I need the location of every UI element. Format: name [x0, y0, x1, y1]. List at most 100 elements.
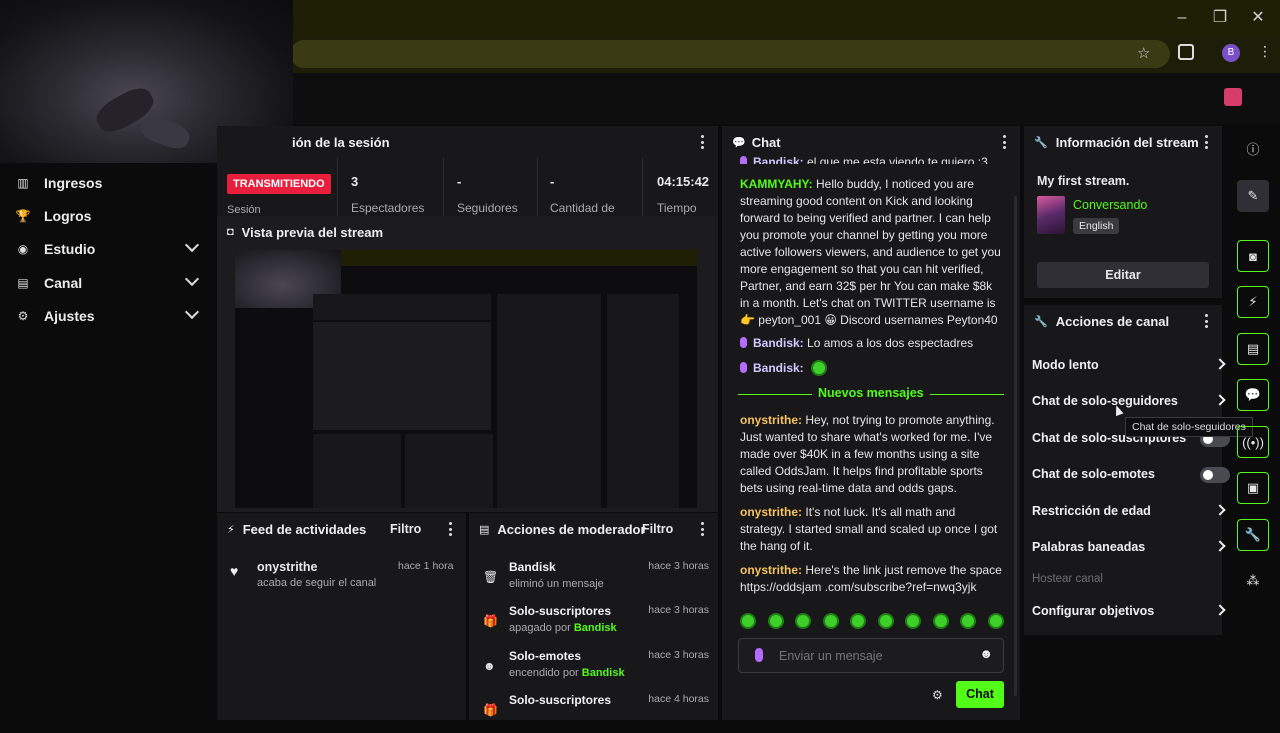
feed-text: acaba de seguir el canal: [257, 577, 377, 589]
mod-item-title[interactable]: Bandisk: [509, 560, 556, 574]
stream-info-panel: 🔧 Información del stream My first stream…: [1024, 126, 1222, 298]
chevron-right-icon: [1214, 604, 1226, 616]
category-name[interactable]: Conversando: [1073, 198, 1147, 212]
new-messages-label: Nuevos mensajes: [812, 386, 930, 400]
sidebar-item-label: Logros: [44, 208, 92, 224]
action-label: Configurar objetivos: [1032, 604, 1155, 618]
chat-bubble-icon: 💬: [732, 136, 746, 149]
minimize-icon[interactable]: –: [1172, 8, 1192, 28]
chat-username[interactable]: KAMMYAHY:: [740, 177, 813, 191]
sidebar-item-ingresos[interactable]: ▥ Ingresos: [16, 171, 201, 195]
mic-icon[interactable]: [755, 648, 763, 662]
emote-icon[interactable]: [960, 613, 977, 629]
stream-preview-video[interactable]: [235, 250, 697, 508]
feed-user[interactable]: onystrithe: [257, 560, 317, 574]
bolt-icon[interactable]: ⚡: [1237, 286, 1269, 318]
emotes-only-toggle[interactable]: [1200, 467, 1230, 483]
wrench-icon[interactable]: 🔧: [1237, 519, 1269, 551]
trophy-icon: 🏆: [15, 209, 31, 223]
broadcast-icon[interactable]: ((•)): [1237, 426, 1269, 458]
emote-icon[interactable]: [795, 613, 812, 629]
emote-icon[interactable]: [932, 613, 949, 629]
action-slow-mode[interactable]: Modo lento: [1032, 354, 1226, 376]
preview-session: [313, 294, 491, 320]
chat-input-box: ☻: [738, 638, 1004, 673]
chat-username[interactable]: Bandisk:: [753, 336, 804, 350]
emote-icon: [811, 360, 828, 376]
mod-filter-button[interactable]: Filtro: [642, 522, 673, 536]
mod-item-time: hace 4 horas: [648, 693, 709, 705]
action-configure-goals[interactable]: Configurar objetivos: [1032, 600, 1226, 622]
action-banned-words[interactable]: Palabras baneadas: [1032, 536, 1226, 558]
chart-icon: ▥: [17, 176, 29, 190]
action-label: Modo lento: [1032, 358, 1099, 372]
mod-item-sub-text: encendido por: [509, 667, 582, 679]
emote-icon[interactable]: [987, 613, 1004, 629]
viewers-label: Espectadores: [351, 201, 425, 215]
chat-bubble-icon[interactable]: 💬: [1237, 379, 1269, 411]
mic-icon: [740, 362, 747, 373]
chevron-down-icon: [184, 304, 200, 320]
document-icon[interactable]: ▤: [1237, 333, 1269, 365]
sidebar-item-ajustes[interactable]: ⚙ Ajustes: [16, 304, 201, 328]
browser-menu-icon[interactable]: ⋮: [1258, 43, 1272, 60]
emoji-icon[interactable]: ☻: [979, 646, 993, 661]
list-item: 🎁 Solo-suscriptores apagado por Bandisk …: [479, 604, 709, 644]
more-options-icon[interactable]: [700, 135, 704, 149]
heart-icon: ♥: [230, 563, 239, 579]
preview-info: [607, 294, 679, 508]
emote-icon[interactable]: [850, 613, 867, 629]
more-options-icon[interactable]: [1002, 135, 1006, 149]
chat-username[interactable]: onystrithe:: [740, 413, 802, 427]
amount-count: -: [550, 174, 555, 189]
add-widget-icon[interactable]: ⁂: [1237, 565, 1269, 597]
sidebar-item-logros[interactable]: 🏆 Logros: [16, 204, 201, 228]
sidebar-item-canal[interactable]: ▤ Canal: [16, 271, 201, 295]
info-icon[interactable]: ⓘ: [1237, 132, 1269, 164]
channel-icon: ▤: [17, 276, 29, 290]
chat-username[interactable]: Bandisk:: [753, 155, 804, 164]
channel-actions-header: 🔧 Acciones de canal: [1024, 305, 1222, 337]
more-options-icon[interactable]: [448, 522, 452, 536]
chevron-right-icon: [1214, 394, 1226, 406]
sidebar-item-label: Ajustes: [44, 308, 95, 324]
close-icon[interactable]: ✕: [1248, 8, 1268, 28]
more-options-icon[interactable]: [1204, 314, 1208, 328]
category-thumbnail[interactable]: [1037, 196, 1065, 234]
emote-icon[interactable]: [822, 613, 839, 629]
chat-text: el que me esta viendo te quiero :3: [807, 155, 988, 164]
action-emotes-only[interactable]: Chat de solo-emotes: [1032, 463, 1230, 485]
edit-button[interactable]: Editar: [1037, 262, 1209, 288]
emote-icon[interactable]: [877, 613, 894, 629]
mod-item-sub-text: apagado por: [509, 622, 574, 634]
star-icon[interactable]: ☆: [1137, 44, 1150, 62]
feed-filter-button[interactable]: Filtro: [390, 522, 421, 536]
chat-scrollbar[interactable]: [1014, 196, 1017, 696]
chat-input[interactable]: [779, 647, 969, 665]
emote-icon[interactable]: [905, 613, 922, 629]
sidebar-item-estudio[interactable]: ◉ Estudio: [16, 237, 201, 261]
chevron-down-icon: [184, 237, 200, 253]
profile-avatar[interactable]: B: [1222, 44, 1240, 62]
maximize-icon[interactable]: ❐: [1210, 8, 1230, 28]
address-bar[interactable]: [290, 40, 1170, 68]
mod-item-by[interactable]: Bandisk: [574, 622, 617, 634]
chat-username[interactable]: onystrithe:: [740, 505, 802, 519]
extension-icon[interactable]: [1178, 44, 1194, 60]
edit-icon[interactable]: ✎: [1237, 180, 1269, 212]
more-options-icon[interactable]: [1204, 135, 1208, 149]
chat-send-button[interactable]: Chat: [956, 681, 1004, 708]
more-options-icon[interactable]: [700, 522, 704, 536]
emote-icon[interactable]: [740, 613, 756, 629]
chat-message: Bandisk: el que me esta viendo te quiero…: [740, 154, 1002, 164]
activity-feed-title: Feed de actividades: [242, 521, 367, 537]
chat-username[interactable]: onystrithe:: [740, 563, 802, 577]
moderator-actions-panel: ▤ Acciones de moderador Filtro 🗑 Bandisk…: [469, 513, 718, 720]
chat-username[interactable]: Bandisk:: [753, 361, 804, 375]
emote-icon[interactable]: [767, 613, 784, 629]
mod-item-by[interactable]: Bandisk: [582, 667, 625, 679]
action-age-restriction[interactable]: Restricción de edad: [1032, 500, 1226, 522]
chat-settings-icon[interactable]: ⚙: [932, 688, 943, 702]
camera-icon[interactable]: ◙: [1237, 240, 1269, 272]
video-icon[interactable]: ▣: [1237, 472, 1269, 504]
